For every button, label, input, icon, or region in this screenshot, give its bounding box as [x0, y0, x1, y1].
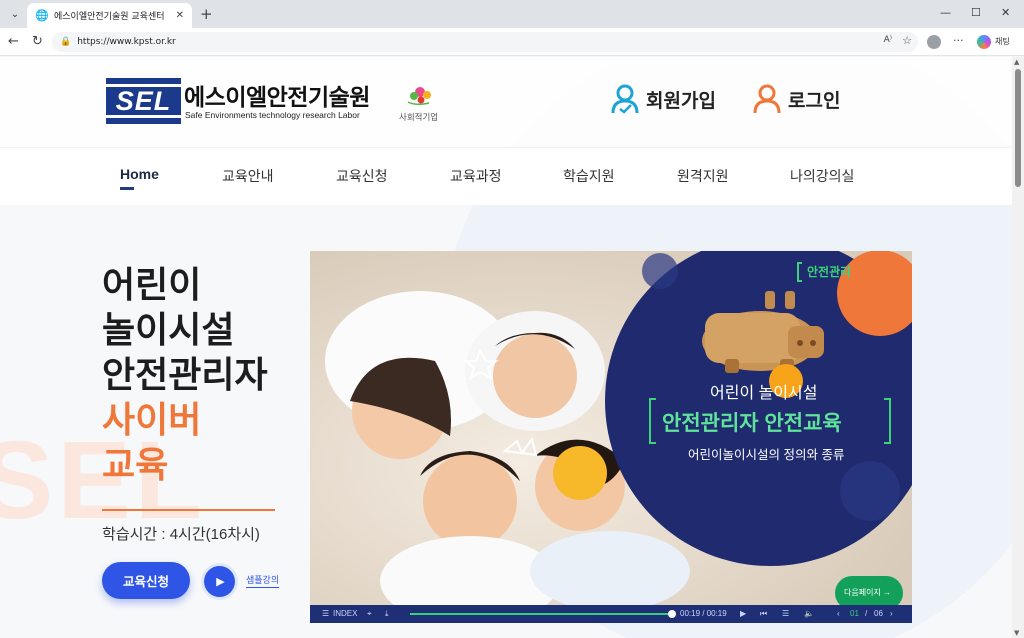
- nav-item-label: 나의강의실: [790, 168, 855, 184]
- apply-button[interactable]: 교육신청: [102, 562, 190, 599]
- progress-fill: [410, 613, 672, 615]
- time-display: 00:19 / 00:19: [680, 609, 727, 618]
- address-bar: ← ↻ 🔒 https://www.kpst.or.kr A⁾ ☆ ··· 채팅: [0, 28, 1024, 56]
- course-title: 어린이 놀이시설 안전관리자 사이버 교육: [102, 262, 268, 487]
- tab-title: 에스이엘안전기술원 교육센터: [54, 12, 165, 22]
- nav-item-label: 원격지원: [677, 168, 729, 184]
- social-enterprise-label: 사회적기업: [399, 113, 439, 123]
- close-tab-icon[interactable]: ✕: [176, 10, 184, 21]
- progress-handle[interactable]: [668, 610, 676, 618]
- video-controls: ☰ INDEX ⌖ ⤓ 00:19 / 00:19 ▶ ⏮ ☰ 🔈 ‹ 01 /…: [310, 605, 912, 623]
- nav-item-education-info[interactable]: 교육안내: [222, 166, 274, 186]
- nav-item-label: 학습지원: [563, 168, 615, 184]
- yellow-dot: [553, 446, 607, 500]
- nav-item-home[interactable]: Home: [120, 166, 159, 190]
- study-time: 학습시간 : 4시간(16차시): [102, 526, 260, 543]
- back-icon[interactable]: ←: [8, 34, 19, 50]
- signup-label: 회원가입: [646, 90, 716, 112]
- index-label[interactable]: INDEX: [333, 608, 357, 620]
- social-enterprise-icon: [407, 87, 431, 106]
- video-line-1: 어린이 놀이시설: [710, 385, 818, 402]
- nav-item-remote-support[interactable]: 원격지원: [677, 166, 729, 186]
- main-navigation: Home 교육안내 교육신청 교육과정 학습지원 원격지원 나의강의실: [0, 147, 1012, 205]
- close-window-icon[interactable]: ✕: [1001, 6, 1010, 19]
- url-field[interactable]: 🔒 https://www.kpst.or.kr A⁾ ☆: [52, 32, 918, 52]
- next-page-button[interactable]: 다음페이지 →: [844, 587, 891, 598]
- globe-icon: 🌐: [35, 8, 49, 22]
- restart-icon[interactable]: ⏮: [760, 608, 767, 620]
- tab-actions-icon[interactable]: ⌄: [6, 5, 24, 23]
- signup-link[interactable]: 회원가입: [610, 83, 716, 115]
- user-login-icon: [753, 84, 781, 114]
- site-info-icon[interactable]: 🔒: [60, 37, 71, 47]
- profile-avatar-icon[interactable]: [927, 35, 941, 49]
- title-highlight-line: 사이버: [102, 399, 202, 440]
- login-link[interactable]: 로그인: [752, 83, 840, 115]
- url-text: https://www.kpst.or.kr: [77, 37, 176, 47]
- page-separator: /: [865, 609, 868, 618]
- logo-mark: SEL: [115, 85, 172, 116]
- scrollbar-thumb[interactable]: [1015, 69, 1021, 187]
- page-current: 01: [850, 609, 859, 618]
- more-options-icon[interactable]: ···: [953, 34, 964, 47]
- lecture-video[interactable]: 안전관리 어린이 놀이시설 안전관리자 안전교육 어린이놀이시설의 정의와 종류…: [310, 251, 912, 605]
- web-page: SEL 에스이엘안전기술원 Safe Environments technolo…: [0, 57, 1012, 638]
- page-total: 06: [874, 609, 883, 618]
- logo-name[interactable]: 에스이엘안전기술원: [184, 78, 370, 112]
- login-label: 로그인: [788, 90, 841, 112]
- sample-lecture-link[interactable]: 샘플강의: [246, 575, 280, 588]
- scroll-down-icon[interactable]: ▼: [1014, 629, 1019, 637]
- nav-item-courses[interactable]: 교육과정: [450, 166, 502, 186]
- title-line: 어린이: [102, 264, 202, 305]
- scroll-up-icon[interactable]: ▲: [1014, 58, 1019, 66]
- title-highlight-line: 교육: [102, 444, 169, 485]
- browser-tab-bar: ⌄ 🌐 에스이엘안전기술원 교육센터 ✕ + — ☐ ✕: [0, 0, 1024, 28]
- video-line-3: 어린이놀이시설의 정의와 종류: [688, 448, 845, 462]
- nav-item-learning-support[interactable]: 학습지원: [563, 166, 615, 186]
- logo-subtitle: Safe Environments technology research La…: [185, 110, 360, 120]
- browser-tab[interactable]: 🌐 에스이엘안전기술원 교육센터 ✕: [27, 3, 192, 28]
- play-icon[interactable]: ▶: [740, 608, 746, 620]
- location-pin-icon[interactable]: ⌖: [367, 608, 372, 620]
- prev-page-icon[interactable]: ‹: [837, 608, 840, 620]
- title-line: 안전관리자: [102, 354, 268, 395]
- read-aloud-icon[interactable]: A⁾: [884, 35, 892, 45]
- minimize-icon[interactable]: —: [940, 6, 951, 19]
- nav-item-education-apply[interactable]: 교육신청: [336, 166, 388, 186]
- page-scrollbar[interactable]: ▲ ▼: [1012, 57, 1024, 638]
- copilot-icon[interactable]: [977, 35, 991, 49]
- menu-list-icon[interactable]: ☰: [782, 608, 789, 620]
- copilot-label[interactable]: 채팅: [995, 36, 1010, 47]
- download-icon[interactable]: ⤓: [385, 608, 389, 620]
- title-line: 놀이시설: [102, 309, 235, 350]
- volume-icon[interactable]: 🔈: [804, 608, 814, 620]
- nav-item-label: 교육과정: [450, 168, 502, 184]
- nav-item-my-classroom[interactable]: 나의강의실: [790, 166, 854, 186]
- video-tag: 안전관리: [807, 265, 852, 279]
- title-divider: [102, 509, 275, 511]
- nav-item-label: 교육신청: [336, 168, 388, 184]
- nav-item-label: Home: [120, 166, 159, 182]
- site-header: SEL 에스이엘안전기술원 Safe Environments technolo…: [0, 57, 1012, 147]
- progress-bar[interactable]: [410, 610, 676, 618]
- play-icon: ▶: [216, 575, 225, 588]
- video-line-2: 안전관리자 안전교육: [662, 412, 842, 435]
- maximize-icon[interactable]: ☐: [971, 6, 981, 19]
- active-indicator: [120, 187, 134, 190]
- refresh-icon[interactable]: ↻: [32, 34, 43, 50]
- index-menu-icon[interactable]: ☰: [322, 608, 329, 620]
- sample-play-button[interactable]: ▶: [204, 566, 235, 597]
- nav-item-label: 교육안내: [222, 168, 274, 184]
- sel-logo[interactable]: SEL: [106, 78, 181, 124]
- next-page-icon[interactable]: ›: [890, 608, 893, 620]
- user-signup-icon: [611, 84, 639, 114]
- new-tab-icon[interactable]: +: [200, 5, 213, 23]
- favorite-star-icon[interactable]: ☆: [902, 34, 912, 47]
